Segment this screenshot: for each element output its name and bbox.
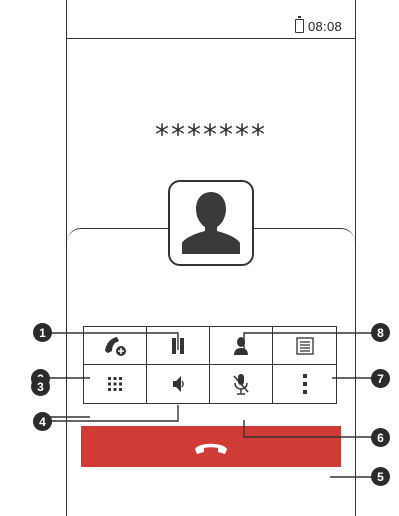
- caller-number: *******: [155, 118, 267, 151]
- notes-icon: [295, 336, 314, 355]
- callout-1: 1: [33, 323, 52, 342]
- speaker-button[interactable]: [147, 365, 210, 403]
- dialpad-icon: [108, 377, 122, 391]
- notes-button[interactable]: [273, 327, 336, 365]
- battery-icon: [295, 16, 304, 33]
- callout-6: 6: [371, 428, 390, 447]
- callout-4: 4: [33, 412, 52, 431]
- dialpad-button[interactable]: [84, 365, 147, 403]
- more-vertical-icon: [302, 374, 307, 394]
- end-call-button[interactable]: [81, 426, 341, 467]
- phone-screen: 08:08 *******: [66, 0, 356, 516]
- add-call-icon: [105, 336, 126, 356]
- contact-silhouette-icon: [182, 192, 240, 254]
- contacts-button[interactable]: [210, 327, 273, 365]
- in-call-controls: [83, 326, 337, 404]
- mute-microphone-icon: [233, 374, 249, 395]
- add-call-button[interactable]: [84, 327, 147, 365]
- speaker-icon: [173, 376, 184, 392]
- status-bar: 08:08: [67, 6, 355, 39]
- pause-icon: [172, 337, 184, 354]
- callout-3: 3: [31, 377, 50, 396]
- caller-avatar: [168, 180, 254, 266]
- mute-button[interactable]: [210, 365, 273, 403]
- end-call-icon: [195, 443, 227, 454]
- contact-icon: [234, 336, 248, 355]
- callout-7: 7: [371, 369, 390, 388]
- status-time: 08:08: [308, 19, 343, 34]
- callout-8: 8: [371, 323, 390, 342]
- callout-5: 5: [371, 467, 390, 486]
- hold-button[interactable]: [147, 327, 210, 365]
- more-button[interactable]: [273, 365, 336, 403]
